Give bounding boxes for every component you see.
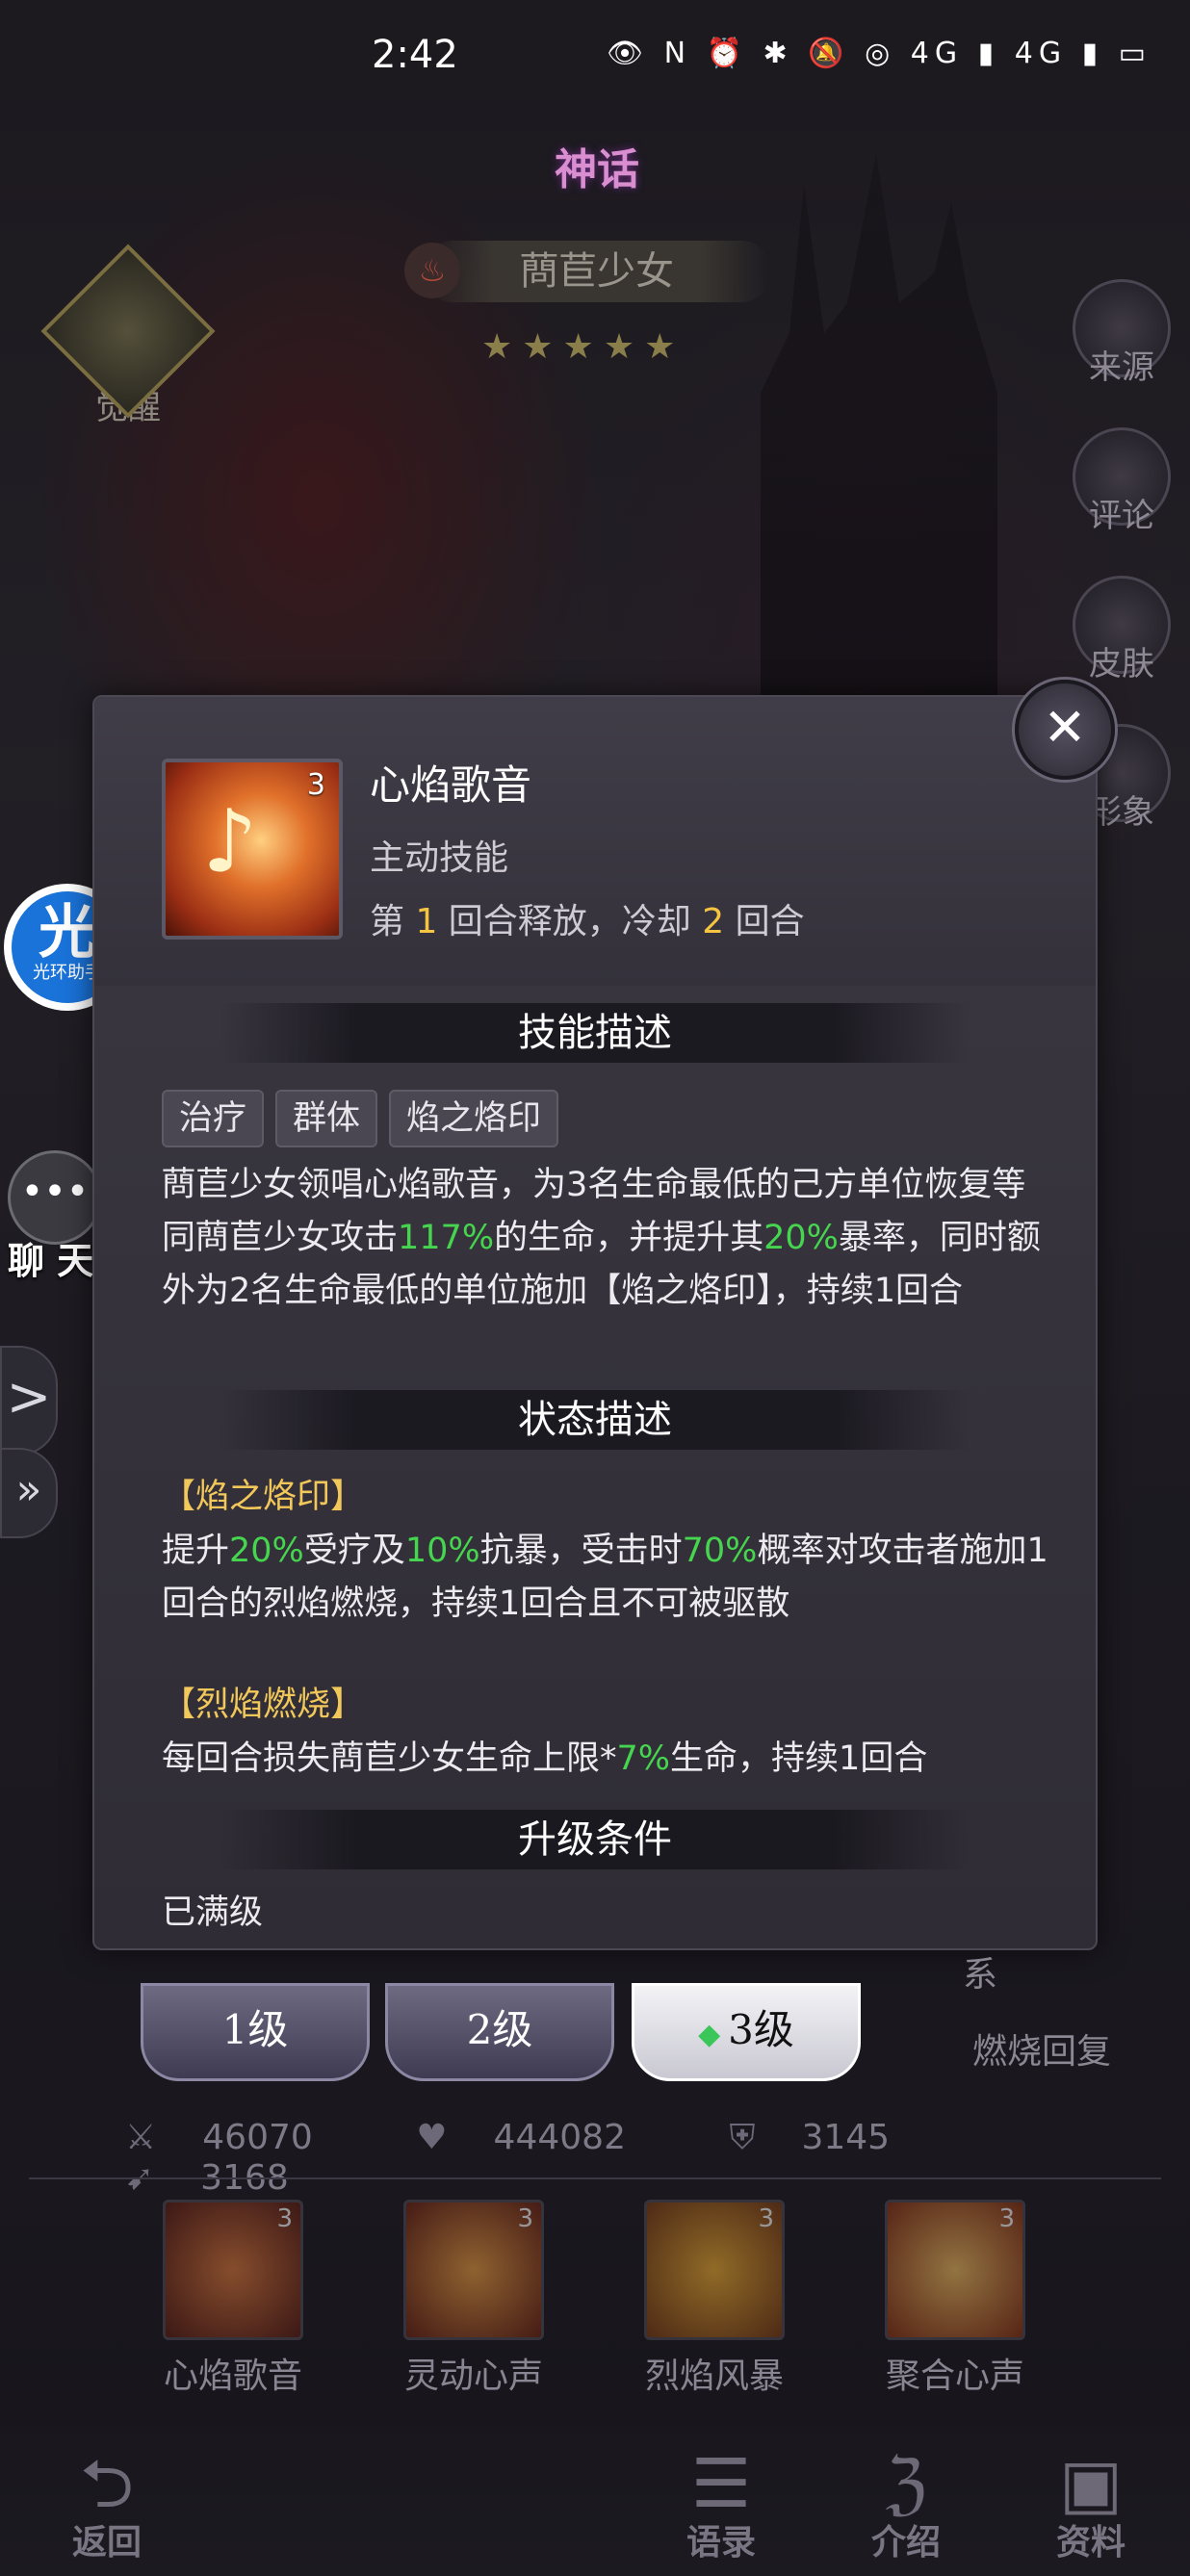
hero-name: 蔄苣少女: [520, 249, 674, 294]
nav-back[interactable]: ⮌ 返回: [44, 2445, 169, 2564]
nav-intro[interactable]: ℨ 介绍: [843, 2445, 969, 2564]
skill-3-label: 烈焰风暴: [644, 2357, 784, 2396]
attack-stat: ⚔ 46070: [125, 2118, 313, 2157]
tag-flame-mark: 焰之烙印: [389, 1090, 559, 1147]
hp-stat: ♥ 444082: [416, 2118, 626, 2157]
defense-stat: ⛨ 3145: [729, 2118, 891, 2157]
intro-icon: ℨ: [885, 2444, 927, 2523]
state1-description: 提升20%受疗及10%抗暴，受击时70%概率对攻击者施加1回合的烈焰燃烧，持续1…: [162, 1532, 1048, 1623]
skill-level-badge: 3: [306, 768, 325, 802]
skill-slot-3[interactable]: 3 烈焰风暴: [637, 2200, 791, 2398]
skill-tags: 治疗 群体 焰之烙印: [162, 1090, 570, 1147]
level-tab-3[interactable]: ◆ 3级: [632, 1983, 861, 2081]
source-label: 来源: [1089, 348, 1154, 387]
state1-title: 【焰之烙印】: [162, 1478, 365, 1516]
skin-button[interactable]: 皮肤: [1069, 576, 1175, 684]
skill-music-icon: ♪ 3: [162, 759, 343, 940]
shield-icon: ⛨: [729, 2118, 756, 2157]
skill-slot-2[interactable]: 3 灵动心声: [397, 2200, 551, 2398]
bottom-nav: [0, 2426, 1190, 2576]
skill-cooldown: 第 1 回合释放，冷却 2 回合: [370, 902, 805, 941]
skill-1-label: 心焰歌音: [163, 2357, 302, 2396]
fire-element-icon: ♨: [404, 243, 460, 298]
state2-description: 每回合损失蔄苣少女生命上限*7%生命，持续1回合: [162, 1739, 928, 1778]
skill-detail-popup: ♪ 3 心焰歌音 主动技能 第 1 回合释放，冷却 2 回合 技能描述 治疗 群体…: [92, 695, 1098, 1950]
close-icon[interactable]: ✕: [1015, 680, 1115, 780]
music-note-icon: ♪: [202, 791, 258, 892]
divider: [29, 2177, 1161, 2179]
nav-voice-label: 语录: [686, 2523, 756, 2563]
card-icon: ▣: [1058, 2444, 1124, 2523]
star-rating: ★★★★★: [481, 327, 686, 367]
section-title-state-desc: 状态描述: [220, 1390, 970, 1450]
hero-stats: ⚔ 46070 ♥ 444082 ⛨ 3145 ➹ 3168: [125, 2118, 1190, 2198]
section-title-upgrade: 升级条件: [220, 1810, 970, 1869]
clock: 2:42: [372, 33, 458, 77]
microphone-icon: ☰: [690, 2444, 752, 2523]
skill-name: 心焰歌音: [370, 761, 532, 809]
status-icons: 👁 N ⏰ ✱ 🔕 ◎ 4G ▮ 4G ▮ ▭: [607, 37, 1151, 70]
nav-voice[interactable]: ☰ 语录: [659, 2445, 784, 2564]
section-title-skill-desc: 技能描述: [220, 1003, 970, 1063]
skill-3-icon: 3: [644, 2200, 785, 2340]
rarity-badge: 神话: [555, 145, 639, 194]
comment-button[interactable]: 评论: [1069, 427, 1175, 536]
relation-label: 系: [963, 1955, 998, 1995]
nav-data[interactable]: ▣ 资料: [1028, 2445, 1153, 2564]
status-bar: 2:42 👁 N ⏰ ✱ 🔕 ◎ 4G ▮ 4G ▮ ▭: [0, 0, 1190, 106]
hero-name-plate: 蔄苣少女: [424, 241, 770, 302]
chat-label: 聊 天: [8, 1240, 94, 1282]
level-tab-2[interactable]: 2级: [385, 1983, 614, 2081]
skill-2-label: 灵动心声: [403, 2357, 543, 2396]
upgrade-status: 已满级: [162, 1893, 264, 1932]
expand-arrow-button[interactable]: >: [0, 1346, 58, 1455]
skill-type: 主动技能: [370, 838, 509, 878]
nav-data-label: 资料: [1055, 2523, 1125, 2563]
skin-label: 皮肤: [1089, 645, 1154, 683]
nav-back-label: 返回: [71, 2523, 142, 2563]
skill-4-label: 聚合心声: [885, 2357, 1024, 2396]
tag-heal: 治疗: [162, 1090, 265, 1147]
comment-label: 评论: [1089, 497, 1154, 535]
skill-4-icon: 3: [885, 2200, 1025, 2340]
chat-button[interactable]: ••• 聊 天: [8, 1150, 104, 1284]
nav-intro-label: 介绍: [870, 2523, 941, 2563]
tag-group: 群体: [275, 1090, 378, 1147]
back-icon: ⮌: [79, 2444, 135, 2523]
source-button[interactable]: 来源: [1069, 279, 1175, 388]
skill-slot-1[interactable]: 3 心焰歌音: [156, 2200, 310, 2398]
skill-2-icon: 3: [403, 2200, 544, 2340]
sword-icon: ⚔: [125, 2118, 157, 2157]
awaken-button[interactable]: 觉醒: [40, 244, 216, 427]
gem-icon: ◆: [698, 2018, 721, 2051]
level-tab-1[interactable]: 1级: [141, 1983, 370, 2081]
heart-icon: ♥: [416, 2118, 448, 2157]
burn-recovery-label: 燃烧回复: [972, 2032, 1112, 2072]
skill-description: 蔄苣少女领唱心焰歌音，为3名生命最低的己方单位恢复等同蔄苣少女攻击117%的生命…: [162, 1166, 1041, 1310]
skill-1-icon: 3: [163, 2200, 303, 2340]
skill-slot-4[interactable]: 3 聚合心声: [878, 2200, 1032, 2398]
state2-title: 【烈焰燃烧】: [162, 1686, 365, 1724]
level-tab-3-label: 3级: [728, 2006, 794, 2053]
